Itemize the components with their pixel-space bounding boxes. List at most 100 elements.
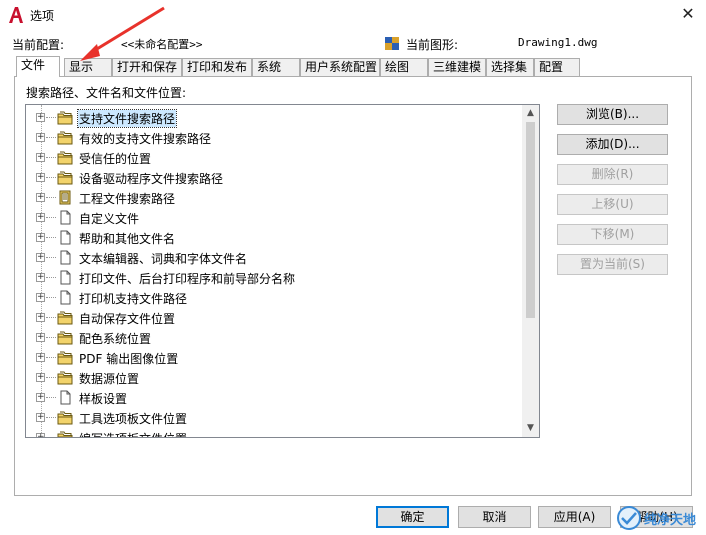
add-button[interactable]: 添加(D)...	[557, 134, 668, 155]
folder-stack-icon	[57, 110, 73, 125]
expand-plus-icon[interactable]: +	[36, 433, 45, 437]
tab-label: 配置	[539, 60, 564, 74]
search-paths-tree[interactable]: ▲ ▼ + 支持文件搜索路径 + 有效的支持文件搜索路径 + 受信任的位置 + 设备驱动程序文…	[25, 104, 540, 438]
expand-plus-icon[interactable]: +	[36, 353, 45, 362]
remove-button[interactable]: 删除(R)	[557, 164, 668, 185]
tree-node[interactable]: + 打印机支持文件路径	[26, 287, 522, 307]
tree-node[interactable]: + 有效的支持文件搜索路径	[26, 127, 522, 147]
folder-stack-icon	[57, 370, 73, 385]
expand-plus-icon[interactable]: +	[36, 113, 45, 122]
tree-node-label: 工具选项板文件位置	[79, 412, 188, 426]
tree-connector	[46, 377, 56, 378]
expand-plus-icon[interactable]: +	[36, 233, 45, 242]
folder-stack-icon	[57, 150, 73, 165]
expand-plus-icon[interactable]: +	[36, 273, 45, 282]
tree-node-label: 配色系统位置	[79, 332, 152, 346]
tree-node[interactable]: + PDF 输出图像位置	[26, 347, 522, 367]
expand-plus-icon[interactable]: +	[36, 313, 45, 322]
current-profile-label: 当前配置:	[12, 38, 65, 52]
search-paths-label: 搜索路径、文件名和文件位置:	[26, 86, 187, 100]
tab-selection[interactable]: 选择集	[486, 58, 534, 76]
scroll-up-icon[interactable]: ▲	[522, 105, 539, 122]
expand-plus-icon[interactable]: +	[36, 193, 45, 202]
tree-node[interactable]: + 打印文件、后台打印程序和前导部分名称	[26, 267, 522, 287]
tree-node[interactable]: + 帮助和其他文件名	[26, 227, 522, 247]
cancel-button[interactable]: 取消	[458, 506, 531, 528]
tree-node-label: PDF 输出图像位置	[79, 352, 179, 366]
move-up-button[interactable]: 上移(U)	[557, 194, 668, 215]
tab-system[interactable]: 系统	[252, 58, 300, 76]
current-drawing-label: 当前图形:	[406, 38, 459, 52]
browse-button[interactable]: 浏览(B)...	[557, 104, 668, 125]
tab-display[interactable]: 显示	[64, 58, 112, 76]
close-icon: ✕	[681, 4, 695, 23]
apply-button[interactable]: 应用(A)	[538, 506, 611, 528]
tree-node[interactable]: + 支持文件搜索路径	[26, 107, 522, 128]
current-drawing-value: Drawing1.dwg	[518, 36, 598, 49]
expand-plus-icon[interactable]: +	[36, 333, 45, 342]
tab-label: 打印和发布	[187, 60, 248, 74]
tree-node[interactable]: + 工程文件搜索路径	[26, 187, 522, 207]
set-current-button[interactable]: 置为当前(S)	[557, 254, 668, 275]
tree-node-label: 数据源位置	[79, 372, 140, 386]
close-button[interactable]: ✕	[676, 3, 700, 27]
expand-plus-icon[interactable]: +	[36, 393, 45, 402]
document-icon	[57, 210, 73, 225]
tab-files[interactable]: 文件	[16, 56, 60, 77]
expand-plus-icon[interactable]: +	[36, 213, 45, 222]
tab-user-preferences[interactable]: 用户系统配置	[300, 58, 380, 76]
move-down-button[interactable]: 下移(M)	[557, 224, 668, 245]
expand-plus-icon[interactable]: +	[36, 373, 45, 382]
tab-plot-publish[interactable]: 打印和发布	[182, 58, 252, 76]
tree-connector	[46, 217, 56, 218]
expand-plus-icon[interactable]: +	[36, 293, 45, 302]
tree-node-label: 受信任的位置	[79, 152, 152, 166]
scroll-down-icon[interactable]: ▼	[522, 420, 539, 437]
tree-node[interactable]: + 受信任的位置	[26, 147, 522, 167]
tree-node[interactable]: + 样板设置	[26, 387, 522, 407]
profile-row: 当前配置: <<未命名配置>> 当前图形: Drawing1.dwg	[12, 36, 694, 52]
expand-plus-icon[interactable]: +	[36, 173, 45, 182]
folder-stack-icon	[57, 130, 73, 145]
tree-node-label: 文本编辑器、词典和字体文件名	[79, 252, 248, 266]
tree-node-label: 自定义文件	[79, 212, 140, 226]
tree-node[interactable]: + 自定义文件	[26, 207, 522, 227]
scrollbar-thumb[interactable]	[526, 122, 535, 318]
tree-node-label: 编写选项板文件位置	[78, 430, 188, 437]
tree-node[interactable]: + 文本编辑器、词典和字体文件名	[26, 247, 522, 267]
autocad-logo-icon	[9, 7, 23, 23]
folder-stack-icon	[57, 430, 73, 437]
expand-plus-icon[interactable]: +	[36, 153, 45, 162]
tab-label: 选择集	[491, 60, 528, 74]
expand-plus-icon[interactable]: +	[36, 133, 45, 142]
folder-stack-icon	[57, 330, 73, 345]
document-icon	[57, 390, 73, 405]
tree-node-label: 工程文件搜索路径	[79, 192, 176, 206]
tab-open-save[interactable]: 打开和保存	[112, 58, 182, 76]
tree-connector	[46, 177, 56, 178]
document-icon	[57, 250, 73, 265]
document-icon	[57, 290, 73, 305]
tree-scrollbar[interactable]: ▲ ▼	[522, 105, 539, 437]
drawing-file-icon	[385, 37, 399, 50]
tree-node[interactable]: + 设备驱动程序文件搜索路径	[26, 167, 522, 187]
tree-node[interactable]: + 编写选项板文件位置	[26, 427, 522, 437]
tree-node[interactable]: + 工具选项板文件位置	[26, 407, 522, 427]
tab-3d-modeling[interactable]: 三维建模	[428, 58, 486, 76]
folder-stack-icon	[57, 410, 73, 425]
tab-label: 显示	[69, 60, 94, 74]
tab-label: 文件	[21, 58, 46, 72]
tree-node[interactable]: + 数据源位置	[26, 367, 522, 387]
tree-node-label: 样板设置	[79, 392, 128, 406]
tree-node[interactable]: + 配色系统位置	[26, 327, 522, 347]
watermark-text: 纯净天地	[644, 513, 697, 528]
tab-profiles[interactable]: 配置	[534, 58, 580, 76]
expand-plus-icon[interactable]: +	[36, 253, 45, 262]
tree-node-label: 设备驱动程序文件搜索路径	[79, 172, 224, 186]
ok-button[interactable]: 确定	[376, 506, 449, 528]
tree-connector	[46, 117, 56, 118]
tab-drafting[interactable]: 绘图	[380, 58, 428, 76]
tree-node[interactable]: + 自动保存文件位置	[26, 307, 522, 327]
tree-node-label: 打印机支持文件路径	[79, 292, 188, 306]
expand-plus-icon[interactable]: +	[36, 413, 45, 422]
